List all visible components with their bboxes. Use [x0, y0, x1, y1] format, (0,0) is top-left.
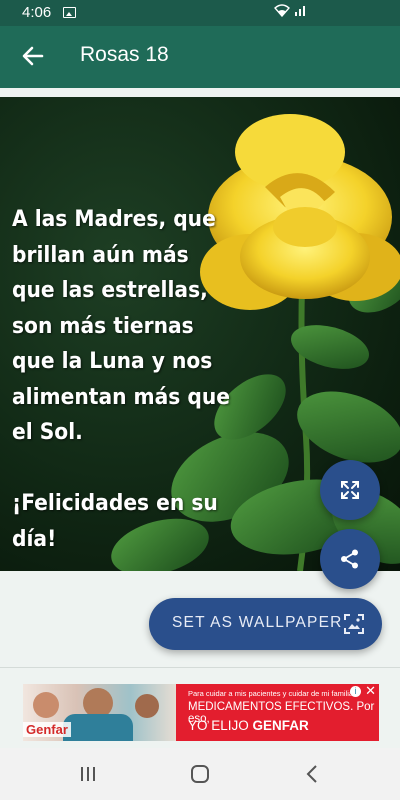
ad-photo: Genfar	[23, 684, 176, 741]
ad-text-panel: Para cuidar a mis pacientes y cuidar de …	[176, 684, 379, 741]
wallpaper-icon	[344, 614, 364, 634]
ad-brand-logo: Genfar	[23, 722, 71, 737]
divider	[0, 667, 400, 668]
home-icon	[191, 765, 209, 783]
back-button[interactable]	[18, 40, 48, 72]
navigation-bar	[0, 748, 400, 800]
quote-text: A las Madres, que brillan aún más que la…	[12, 206, 231, 552]
home-button[interactable]	[185, 762, 215, 786]
wifi-icon	[274, 3, 290, 21]
recent-apps-button[interactable]	[73, 762, 103, 786]
ad-close-icon[interactable]: ✕	[365, 684, 376, 698]
set-as-wallpaper-button[interactable]: SET AS WALLPAPER	[149, 598, 382, 650]
ad-info-icon[interactable]: i	[350, 686, 361, 697]
signal-icon	[294, 4, 308, 19]
system-back-button[interactable]	[298, 762, 328, 786]
status-bar: 4:06	[0, 0, 400, 26]
page-title: Rosas 18	[80, 43, 169, 66]
recent-apps-icon	[81, 767, 95, 781]
ad-line-3: YO ELIJO GENFAR	[188, 718, 309, 733]
share-icon	[341, 549, 358, 569]
fullscreen-button[interactable]	[320, 460, 380, 520]
chevron-left-icon	[306, 765, 317, 783]
share-button[interactable]	[320, 529, 380, 589]
status-time: 4:06	[22, 4, 52, 21]
arrow-left-icon	[22, 46, 44, 66]
fullscreen-icon	[341, 481, 359, 499]
image-notification-icon	[63, 7, 76, 18]
ad-line-1: Para cuidar a mis pacientes y cuidar de …	[188, 689, 354, 698]
app-bar: Rosas 18	[0, 26, 400, 88]
set-as-wallpaper-label: SET AS WALLPAPER	[172, 614, 343, 631]
ad-banner[interactable]: Genfar Para cuidar a mis pacientes y cui…	[23, 684, 379, 741]
